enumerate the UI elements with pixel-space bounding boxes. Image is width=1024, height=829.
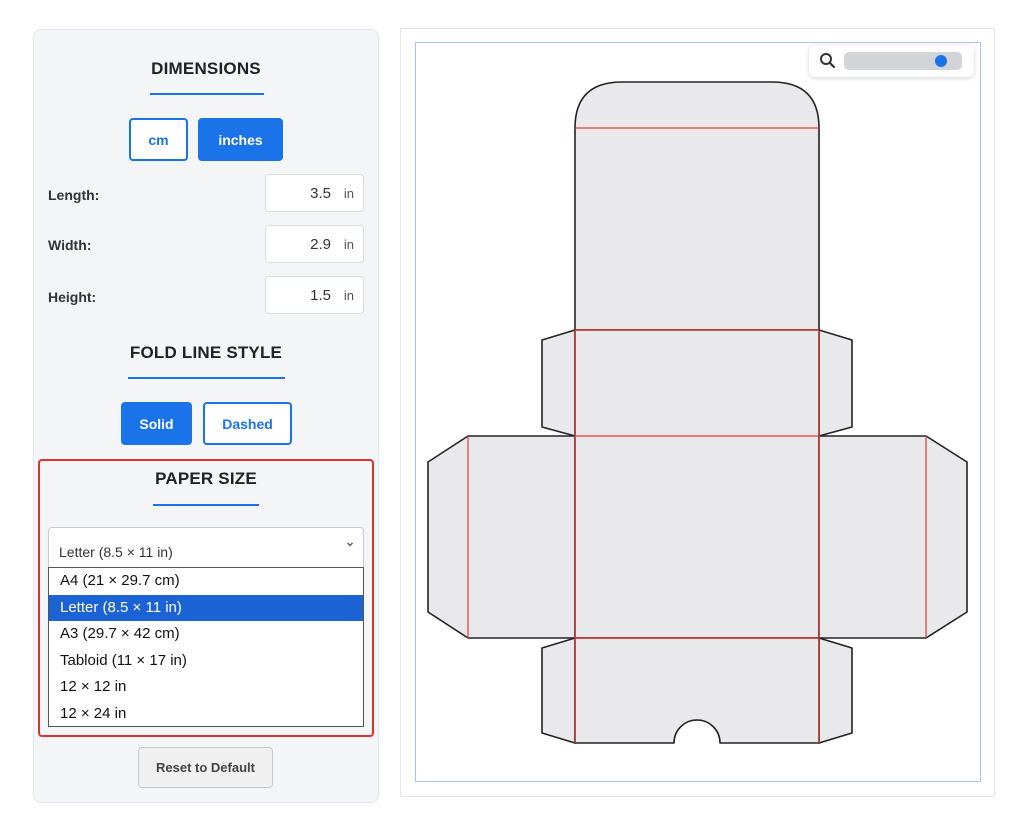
bottom-panel [574, 637, 820, 744]
lower-left-dust-flap [541, 637, 576, 744]
zoom-slider-thumb[interactable] [935, 55, 947, 67]
right-side-panel [818, 435, 968, 639]
upper-right-dust-flap [818, 329, 853, 437]
front-panel [574, 329, 820, 639]
search-icon [819, 52, 837, 75]
zoom-slider[interactable] [844, 52, 962, 70]
box-net-template [427, 81, 968, 744]
lower-right-dust-flap [818, 637, 853, 744]
upper-left-dust-flap [541, 329, 576, 437]
top-tuck-flap [574, 81, 820, 331]
zoom-control [809, 45, 974, 77]
left-side-panel [427, 435, 576, 639]
